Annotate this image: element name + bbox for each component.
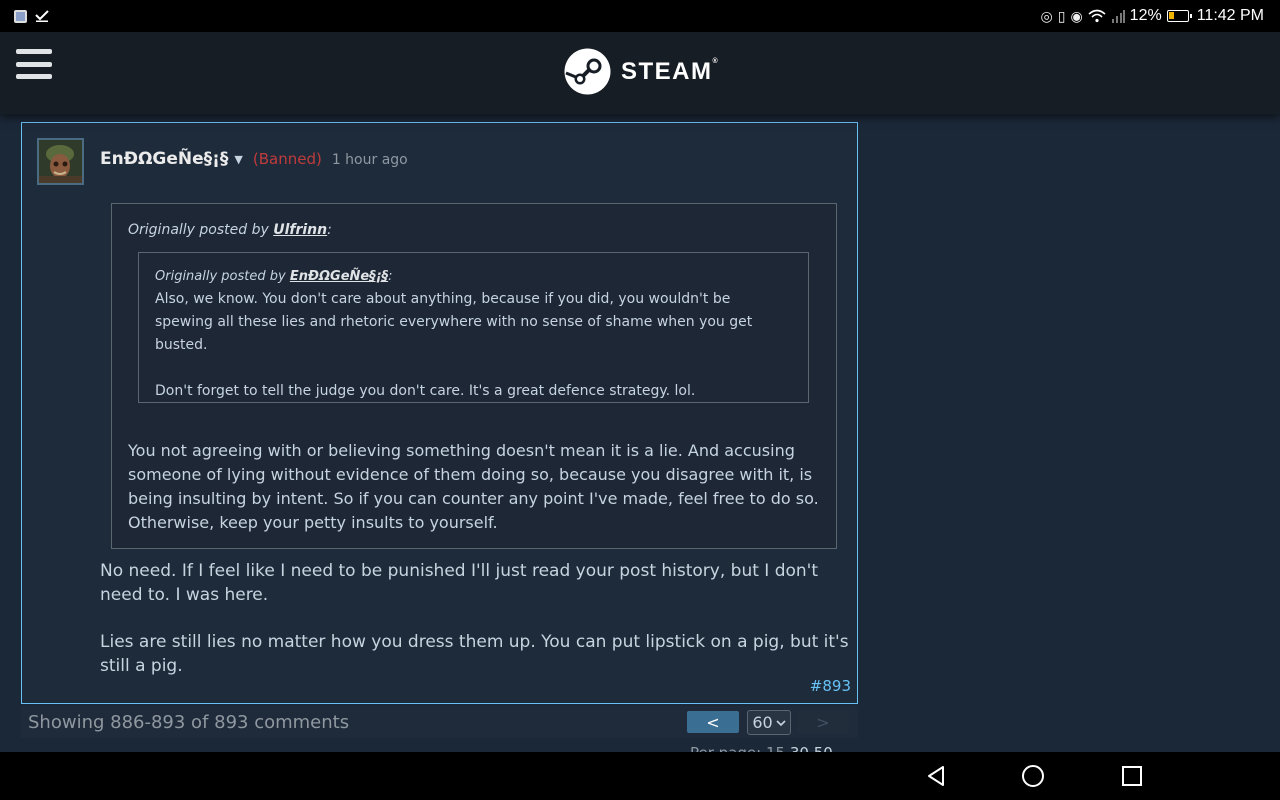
hamburger-menu-button[interactable] xyxy=(16,49,52,79)
inner-quote-paragraph: Don't forget to tell the judge you don't… xyxy=(155,383,696,399)
recents-icon[interactable] xyxy=(1120,764,1144,788)
steam-wordmark: STEAM® xyxy=(621,58,719,86)
comment-count-text: Showing 886-893 of 893 comments xyxy=(28,711,350,733)
steam-logo-icon xyxy=(564,48,611,95)
author-name-link[interactable]: EnÐΩGeÑe§¡§ ▼ xyxy=(100,149,243,169)
wifi-icon xyxy=(1088,9,1106,23)
android-navigation-bar xyxy=(0,752,1280,800)
author-name: EnÐΩGeÑe§¡§ xyxy=(100,149,229,169)
comment-card: EnÐΩGeÑe§¡§ ▼ (Banned) 1 hour ago Origin… xyxy=(21,122,858,704)
menu-bar-line xyxy=(16,74,52,79)
outer-quote: Originally posted by Ulfrinn: Originally… xyxy=(111,203,837,549)
per-page-selected-value: 60 xyxy=(752,713,773,732)
status-bar: ◎ ▯ ◉ 12% 11:42 PM xyxy=(0,0,1280,32)
vibrate-icon: ▯ xyxy=(1057,7,1066,24)
inner-quote-prefix: Originally posted by xyxy=(155,269,290,284)
steam-logo[interactable]: STEAM® xyxy=(564,48,719,95)
clock: 11:42 PM xyxy=(1196,7,1264,24)
inner-quote-attribution: Originally posted by EnÐΩGeÑe§¡§: xyxy=(155,269,792,284)
per-page-select[interactable]: 60 xyxy=(747,710,791,735)
back-icon[interactable] xyxy=(924,764,948,788)
previous-page-button[interactable]: < xyxy=(687,711,739,733)
comment-paragraph: Lies are still lies no matter how you dr… xyxy=(100,632,849,676)
notification-area xyxy=(14,9,49,23)
inner-quote-author-link[interactable]: EnÐΩGeÑe§¡§ xyxy=(290,269,388,284)
inner-quote: Originally posted by EnÐΩGeÑe§¡§: Also, … xyxy=(138,252,809,403)
avatar-image xyxy=(39,140,82,183)
registered-mark: ® xyxy=(712,57,720,65)
outer-quote-author-link[interactable]: Ulfrinn xyxy=(273,222,327,238)
checkmark-notification-icon xyxy=(35,10,49,22)
chevron-down-icon xyxy=(776,719,786,726)
nfc-icon: ◎ xyxy=(1040,7,1053,24)
menu-bar-line xyxy=(16,49,52,54)
comment-paragraph: No need. If I feel like I need to be pun… xyxy=(100,561,819,605)
comment-body: No need. If I feel like I need to be pun… xyxy=(100,559,852,678)
outer-quote-suffix: : xyxy=(327,222,332,238)
comment-header: EnÐΩGeÑe§¡§ ▼ (Banned) 1 hour ago xyxy=(100,149,408,169)
next-page-button: > xyxy=(797,711,849,733)
comment-timestamp: 1 hour ago xyxy=(331,152,408,168)
inner-quote-suffix: : xyxy=(388,269,393,284)
home-icon[interactable] xyxy=(1021,764,1045,788)
avatar[interactable] xyxy=(37,138,84,185)
pagination-bar: Showing 886-893 of 893 comments < 60 > xyxy=(21,706,858,738)
comment-number-link[interactable]: #893 xyxy=(810,677,851,695)
outer-quote-prefix: Originally posted by xyxy=(128,222,274,238)
system-status-area: ◎ ▯ ◉ 12% 11:42 PM xyxy=(1041,7,1264,25)
battery-percent: 12% xyxy=(1129,7,1162,24)
banned-label: (Banned) xyxy=(252,150,322,168)
chevron-down-icon[interactable]: ▼ xyxy=(234,153,242,166)
menu-bar-line xyxy=(16,61,52,67)
outer-quote-attribution: Originally posted by Ulfrinn: xyxy=(128,222,820,238)
steam-wordmark-text: STEAM xyxy=(621,57,713,85)
eye-comfort-icon: ◉ xyxy=(1070,7,1083,24)
battery-icon xyxy=(1166,10,1192,22)
signal-icon xyxy=(1111,10,1125,23)
inner-quote-paragraph: Also, we know. You don't care about anyt… xyxy=(155,291,753,353)
outer-quote-text: You not agreeing with or believing somet… xyxy=(128,441,819,532)
steam-header: STEAM® xyxy=(0,32,1280,114)
app-notification-icon xyxy=(14,9,27,23)
